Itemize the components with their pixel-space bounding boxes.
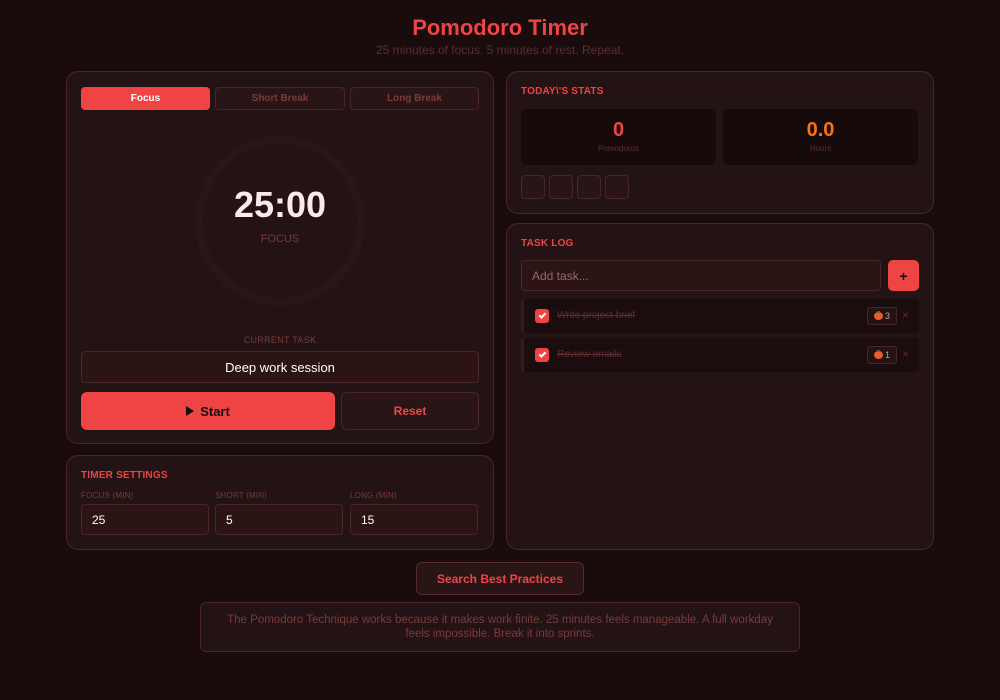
settings-panel: TIMER SETTINGS FOCUS (MIN) SHORT (MIN) L… — [66, 455, 494, 550]
pomodoro-slot — [549, 175, 573, 199]
add-task-button[interactable]: + — [888, 260, 919, 291]
long-minutes-input[interactable] — [350, 504, 478, 535]
start-label: Start — [200, 403, 230, 419]
stats-panel: TODAY\'S STATS 0 Pomodoros 0.0 Hours — [506, 71, 934, 214]
task-log-title: TASK LOG — [521, 238, 574, 249]
stats-title: TODAY\'S STATS — [521, 86, 604, 97]
close-icon[interactable]: × — [902, 308, 909, 322]
task-pomodoro-badge: 1 — [867, 346, 897, 364]
reset-button[interactable]: Reset — [341, 392, 479, 430]
app-subtitle: 25 minutes of focus. 5 minutes of rest. … — [375, 43, 625, 57]
pomodoros-label: Pomodoros — [598, 144, 639, 153]
tab-focus[interactable]: Focus — [81, 87, 210, 110]
pomodoro-slot — [521, 175, 545, 199]
task-pomodoro-badge: 3 — [867, 307, 897, 325]
check-icon — [538, 350, 546, 358]
search-best-practices-button[interactable]: Search Best Practices — [416, 562, 584, 595]
task-checkbox[interactable] — [535, 309, 549, 323]
task-checkbox[interactable] — [535, 348, 549, 362]
check-icon — [538, 311, 546, 319]
tomato-icon — [873, 311, 883, 320]
timer-mode-label: FOCUS — [260, 233, 300, 245]
add-task-input[interactable] — [521, 260, 881, 291]
pomodoros-value: 0 — [612, 119, 625, 141]
task-pomodoro-count: 3 — [884, 311, 890, 321]
task-pomodoro-count: 1 — [884, 350, 890, 360]
technique-quote: The Pomodoro Technique works because it … — [200, 602, 800, 652]
task-item: Write project brief 3 × — [521, 299, 919, 333]
hours-value: 0.0 — [806, 119, 835, 141]
pomodoro-slot — [605, 175, 629, 199]
app-title: Pomodoro Timer — [412, 15, 588, 40]
settings-title: TIMER SETTINGS — [81, 470, 168, 481]
task-log-panel: TASK LOG + Write project brief 3 × Revie… — [506, 223, 934, 550]
task-text: Write project brief — [557, 310, 636, 321]
current-task-input[interactable] — [81, 351, 479, 383]
pomodoro-slot — [577, 175, 601, 199]
short-minutes-input[interactable] — [215, 504, 343, 535]
timer-panel: Focus Short Break Long Break 25:00 FOCUS… — [66, 71, 494, 444]
focus-minutes-input[interactable] — [81, 504, 209, 535]
task-text: Review emails — [557, 349, 622, 360]
hours-label: Hours — [809, 144, 832, 153]
tomato-icon — [873, 350, 883, 359]
close-icon[interactable]: × — [902, 347, 909, 361]
start-button[interactable]: Start — [81, 392, 335, 430]
tab-long-break[interactable]: Long Break — [350, 87, 479, 110]
focus-minutes-label: FOCUS (MIN) — [81, 491, 134, 500]
task-item: Review emails 1 × — [521, 338, 919, 372]
hours-stat: 0.0 Hours — [723, 109, 918, 165]
timer-display: 25:00 — [233, 184, 327, 225]
long-minutes-label: LONG (MIN) — [350, 491, 397, 500]
tab-short-break[interactable]: Short Break — [215, 87, 345, 110]
short-minutes-label: SHORT (MIN) — [215, 491, 268, 500]
current-task-label: CURRENT TASK — [243, 335, 317, 345]
pomodoros-stat: 0 Pomodoros — [521, 109, 716, 165]
play-icon — [186, 406, 195, 416]
